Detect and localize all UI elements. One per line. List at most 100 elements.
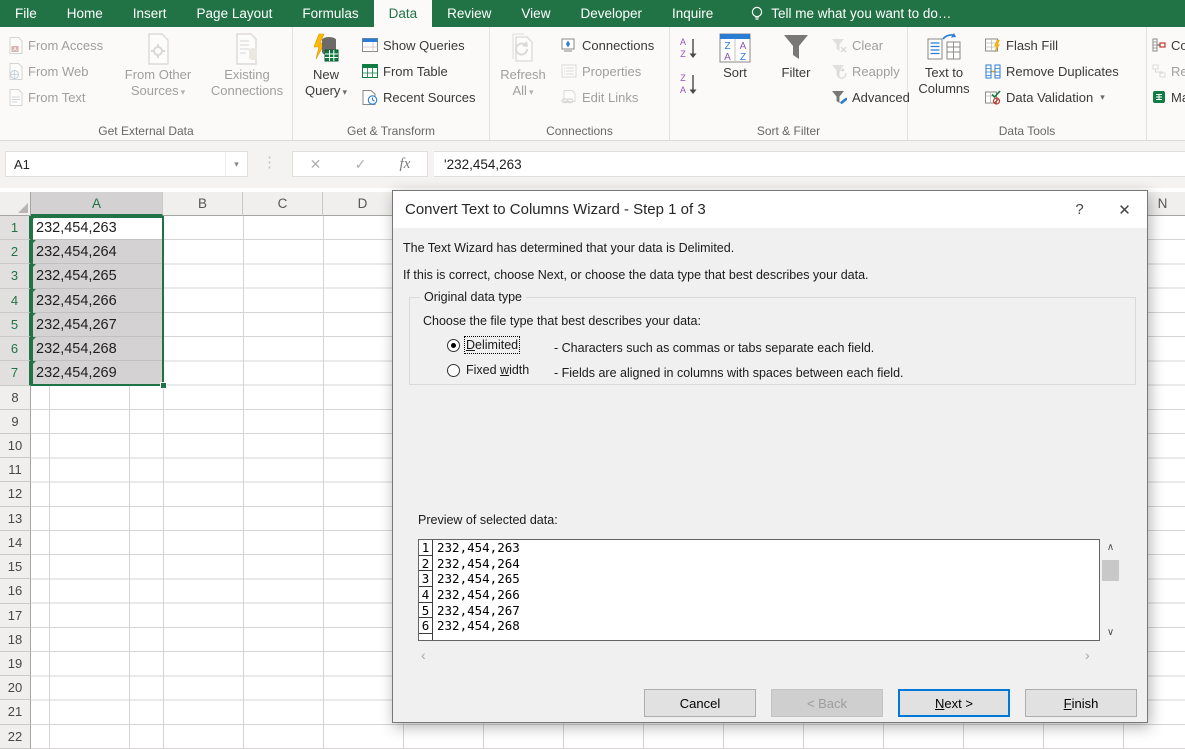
tab-file[interactable]: File: [0, 0, 52, 27]
row-header-10[interactable]: 10: [0, 433, 31, 459]
dialog-title-bar[interactable]: Convert Text to Columns Wizard - Step 1 …: [393, 191, 1147, 228]
from-text-button[interactable]: From Text: [6, 84, 106, 110]
row-header-5[interactable]: 5: [0, 312, 31, 338]
from-web-button[interactable]: From Web: [6, 58, 106, 84]
row-header-11[interactable]: 11: [0, 458, 31, 483]
new-query-button[interactable]: New Query ▾: [297, 33, 355, 100]
row-header-1[interactable]: 1: [0, 216, 31, 241]
select-all-corner[interactable]: [0, 192, 31, 216]
row-header-2[interactable]: 2: [0, 240, 31, 265]
row-header-18[interactable]: 18: [0, 627, 31, 652]
tab-developer[interactable]: Developer: [565, 0, 657, 27]
v-scrollbar-thumb[interactable]: [1102, 560, 1119, 581]
data-preview-box[interactable]: 1 232,454,263 2 232,454,264 3 232,454,26…: [418, 539, 1100, 641]
cell-a4[interactable]: 232,454,266: [31, 288, 162, 313]
sort-descending-button[interactable]: ZA: [678, 71, 700, 97]
sort-button[interactable]: ZAAZ Sort: [708, 33, 762, 81]
sort-ascending-button[interactable]: AZ: [678, 35, 700, 61]
row-header-9[interactable]: 9: [0, 409, 31, 434]
consolidate-button[interactable]: Co: [1149, 32, 1185, 58]
row-header-6[interactable]: 6: [0, 337, 31, 362]
delimited-radio[interactable]: [447, 338, 460, 352]
existing-connections-button[interactable]: Existing Connections: [204, 33, 290, 99]
formula-input[interactable]: '232,454,263: [434, 151, 1185, 177]
remove-duplicates-button[interactable]: Remove Duplicates: [982, 58, 1122, 84]
row-header-7[interactable]: 7: [0, 361, 31, 386]
cancel-formula-icon[interactable]: ✕: [310, 156, 322, 173]
tab-inquire[interactable]: Inquire: [657, 0, 728, 27]
from-access-button[interactable]: A From Access: [6, 32, 106, 58]
column-header-c[interactable]: C: [243, 192, 323, 216]
refresh-all-icon: [509, 33, 537, 65]
row-header-21[interactable]: 21: [0, 700, 31, 725]
name-box[interactable]: A1 ▾: [5, 151, 248, 177]
connections-button[interactable]: Connections: [558, 32, 657, 58]
refresh-all-button[interactable]: Refresh All ▾: [494, 33, 552, 100]
cell-a1[interactable]: 232,454,263: [31, 216, 162, 241]
row-header-15[interactable]: 15: [0, 555, 31, 580]
cell-a7[interactable]: 232,454,269: [31, 361, 162, 386]
reapply-filter-button[interactable]: Reapply: [828, 58, 913, 84]
properties-button[interactable]: Properties: [558, 58, 657, 84]
scroll-left-icon[interactable]: ‹: [421, 647, 426, 663]
scroll-up-icon[interactable]: ∧: [1102, 539, 1119, 556]
close-button[interactable]: ✕: [1102, 191, 1147, 228]
tab-home[interactable]: Home: [52, 0, 118, 27]
row-header-14[interactable]: 14: [0, 530, 31, 556]
preview-row-clipped: [419, 634, 1099, 640]
name-box-dropdown[interactable]: ▾: [225, 152, 247, 176]
scroll-right-icon[interactable]: ›: [1085, 647, 1090, 663]
cell-a6[interactable]: 232,454,268: [31, 337, 162, 362]
clear-filter-button[interactable]: Clear: [828, 32, 913, 58]
tab-view[interactable]: View: [506, 0, 565, 27]
delimited-radio-label[interactable]: Delimited: [463, 336, 521, 354]
cell-a5[interactable]: 232,454,267: [31, 312, 162, 338]
filter-button[interactable]: Filter: [770, 33, 822, 81]
enter-formula-icon[interactable]: ✓: [355, 156, 367, 173]
row-header-8[interactable]: 8: [0, 385, 31, 410]
recent-sources-button[interactable]: Recent Sources: [359, 84, 479, 110]
show-queries-button[interactable]: Show Queries: [359, 32, 479, 58]
row-header-13[interactable]: 13: [0, 506, 31, 531]
advanced-filter-button[interactable]: Advanced: [828, 84, 913, 110]
manage-data-model-button[interactable]: Ma: [1149, 84, 1185, 110]
back-button[interactable]: < Back: [771, 689, 883, 717]
column-header-b[interactable]: B: [163, 192, 243, 216]
tell-me-box[interactable]: Tell me what you want to do…: [750, 0, 951, 27]
text-to-columns-button[interactable]: Text to Columns: [913, 33, 975, 97]
finish-button[interactable]: Finish: [1025, 689, 1137, 717]
column-header-a[interactable]: A: [31, 192, 163, 216]
cell-a2[interactable]: 232,454,264: [31, 240, 162, 265]
insert-function-icon[interactable]: fx: [400, 156, 411, 173]
cancel-button[interactable]: Cancel: [644, 689, 756, 717]
row-header-16[interactable]: 16: [0, 579, 31, 604]
preview-vertical-scrollbar[interactable]: ∧ ∨: [1102, 539, 1119, 641]
fixed-width-radio-label[interactable]: Fixed width: [466, 363, 529, 377]
fixed-width-radio[interactable]: [447, 363, 460, 377]
row-header-4[interactable]: 4: [0, 288, 31, 313]
fill-handle[interactable]: [160, 382, 167, 389]
data-validation-button[interactable]: Data Validation ▾: [982, 84, 1122, 110]
preview-row: 5 232,454,267: [419, 602, 1099, 619]
row-header-22[interactable]: 22: [0, 724, 31, 749]
relationships-button[interactable]: Rel: [1149, 58, 1185, 84]
from-table-button[interactable]: From Table: [359, 58, 479, 84]
row-header-20[interactable]: 20: [0, 676, 31, 701]
tab-page-layout[interactable]: Page Layout: [182, 0, 288, 27]
column-header-d[interactable]: D: [323, 192, 403, 216]
help-button[interactable]: ?: [1057, 191, 1102, 228]
tab-review[interactable]: Review: [432, 0, 506, 27]
row-header-3[interactable]: 3: [0, 264, 31, 289]
row-header-19[interactable]: 19: [0, 651, 31, 677]
row-header-12[interactable]: 12: [0, 482, 31, 507]
from-other-sources-button[interactable]: From Other Sources ▾: [118, 33, 198, 100]
next-button[interactable]: Next >: [898, 689, 1010, 717]
scroll-down-icon[interactable]: ∨: [1102, 624, 1119, 641]
tab-formulas[interactable]: Formulas: [287, 0, 373, 27]
cell-a3[interactable]: 232,454,265: [31, 264, 162, 289]
flash-fill-button[interactable]: Flash Fill: [982, 32, 1122, 58]
edit-links-button[interactable]: Edit Links: [558, 84, 657, 110]
tab-data[interactable]: Data: [373, 0, 433, 27]
row-header-17[interactable]: 17: [0, 603, 31, 628]
tab-insert[interactable]: Insert: [118, 0, 182, 27]
